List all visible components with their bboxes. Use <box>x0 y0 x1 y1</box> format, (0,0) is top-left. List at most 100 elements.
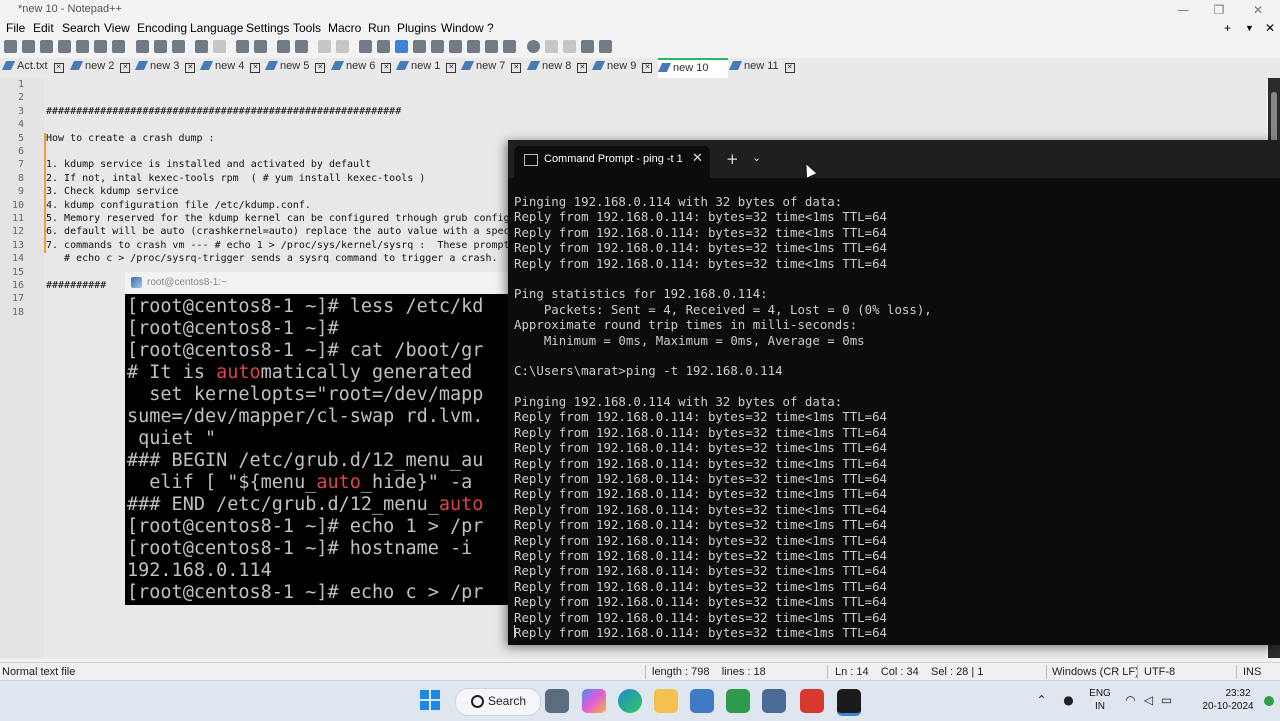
menu-encoding[interactable]: Encoding <box>137 21 187 35</box>
save-macro-icon[interactable] <box>599 40 612 53</box>
notification-icon[interactable] <box>1264 696 1274 706</box>
language-code[interactable]: ENG <box>1084 688 1116 699</box>
windows-start-icon[interactable] <box>420 690 440 710</box>
tab-act-txt[interactable]: Act.txt ✕ <box>1 60 64 76</box>
new-tab-button[interactable]: + <box>726 150 739 168</box>
clock-date[interactable]: 20-10-2024 <box>1188 701 1268 712</box>
language-region[interactable]: IN <box>1084 701 1116 712</box>
putty-titlebar[interactable]: root@centos8-1:~ <box>125 272 508 294</box>
menu-macro[interactable]: Macro <box>328 21 361 35</box>
terminal-titlebar[interactable]: Command Prompt - ping -t 1 ✕ + ⌄ <box>508 140 1280 178</box>
code-line[interactable]: # echo c > /proc/sysrq-trigger sends a s… <box>46 253 498 264</box>
close-tab-icon[interactable]: ✕ <box>692 151 703 166</box>
tab-new-5[interactable]: new 5 ✕ <box>264 60 326 76</box>
clock-time[interactable]: 23:32 <box>1208 688 1268 699</box>
file-explorer-icon[interactable] <box>654 689 678 713</box>
menu-settings[interactable]: Settings <box>246 21 289 35</box>
close-icon[interactable]: ✕ <box>250 63 261 73</box>
eol-format[interactable]: Windows (CR LF) <box>1052 666 1139 678</box>
taskbar-search[interactable]: Search <box>455 688 541 716</box>
terminal-window[interactable]: Command Prompt - ping -t 1 ✕ + ⌄ Pinging… <box>508 140 1280 645</box>
insert-mode[interactable]: INS <box>1243 666 1261 678</box>
sync-v-icon[interactable] <box>318 40 331 53</box>
menu-run[interactable]: Run <box>368 21 390 35</box>
close-icon[interactable]: ✕ <box>381 63 392 73</box>
close-icon[interactable]: ✕ <box>642 63 653 73</box>
replace-icon[interactable] <box>254 40 267 53</box>
tab-new-8[interactable]: new 8 ✕ <box>526 60 588 76</box>
cut-icon[interactable] <box>136 40 149 53</box>
close-icon[interactable]: ✕ <box>511 63 522 73</box>
copy-icon[interactable] <box>154 40 167 53</box>
close-icon[interactable]: ✕ <box>185 63 196 73</box>
chevron-up-icon[interactable]: ⌃ <box>1035 694 1048 707</box>
task-view-icon[interactable] <box>545 689 569 713</box>
maximize-button[interactable]: ❐ <box>1204 2 1234 18</box>
doc-map-icon[interactable] <box>431 40 444 53</box>
lang-define-icon[interactable] <box>413 40 426 53</box>
code-line[interactable]: ########## <box>46 280 106 291</box>
code-line[interactable]: 7. commands to crash vm --- # echo 1 > /… <box>46 240 510 251</box>
minimize-button[interactable]: — <box>1168 2 1198 18</box>
tab-new-11[interactable]: new 11 ✕ <box>728 60 795 76</box>
putty-terminal-output[interactable]: [root@centos8-1 ~]# less /etc/kd [root@ce… <box>127 296 508 604</box>
new-file-icon[interactable] <box>4 40 17 53</box>
sync-h-icon[interactable] <box>336 40 349 53</box>
menu-view[interactable]: View <box>104 21 130 35</box>
play-macro-icon[interactable] <box>563 40 576 53</box>
code-line[interactable]: 6. default will be auto (crashkernel=aut… <box>46 226 510 237</box>
tab-new-10[interactable]: new 10 <box>657 58 728 78</box>
notepad-plus-plus-icon[interactable] <box>726 689 750 713</box>
code-line[interactable]: ########################################… <box>46 106 401 117</box>
close-window-button[interactable]: ✕ <box>1243 2 1273 18</box>
close-icon[interactable]: ✕ <box>53 63 64 73</box>
word-wrap-icon[interactable] <box>359 40 372 53</box>
tab-new-7[interactable]: new 7 ✕ <box>460 60 522 76</box>
close-icon[interactable]: ✕ <box>784 63 795 73</box>
menu-language[interactable]: Language <box>190 21 243 35</box>
putty-window[interactable]: root@centos8-1:~ [root@centos8-1 ~]# les… <box>125 272 508 605</box>
menu-plugins[interactable]: Plugins <box>397 21 436 35</box>
run-macro-multiple-icon[interactable] <box>581 40 594 53</box>
stop-macro-icon[interactable] <box>545 40 558 53</box>
undo-icon[interactable] <box>195 40 208 53</box>
visual-studio-icon[interactable] <box>690 689 714 713</box>
menu-tools[interactable]: Tools <box>293 21 321 35</box>
chevron-down-icon[interactable]: ⌄ <box>752 151 761 164</box>
save-all-icon[interactable] <box>58 40 71 53</box>
tab-new-2[interactable]: new 2 ✕ <box>69 60 131 76</box>
code-line[interactable]: 1. kdump service is installed and activa… <box>46 159 371 170</box>
tab-new-6[interactable]: new 6 ✕ <box>330 60 392 76</box>
code-line[interactable]: 4. kdump configuration file /etc/kdump.c… <box>46 200 311 211</box>
close-doc-icon[interactable]: ✕ <box>1265 21 1275 35</box>
close-icon[interactable]: ✕ <box>577 63 588 73</box>
tab-new-1[interactable]: new 1 ✕ <box>395 60 457 76</box>
code-line[interactable]: 5. Memory reserved for the kdump kernel … <box>46 213 510 224</box>
tab-new-4[interactable]: new 4 ✕ <box>199 60 261 76</box>
show-all-chars-icon[interactable] <box>377 40 390 53</box>
open-file-icon[interactable] <box>22 40 35 53</box>
copilot-icon[interactable] <box>582 689 606 713</box>
zoom-in-icon[interactable] <box>277 40 290 53</box>
folder-workspace-icon[interactable] <box>485 40 498 53</box>
record-macro-icon[interactable] <box>527 40 540 53</box>
microphone-icon[interactable]: ● <box>1062 694 1075 707</box>
terminal-taskbar-icon[interactable] <box>837 689 861 716</box>
paste-icon[interactable] <box>172 40 185 53</box>
close-icon[interactable]: ✕ <box>315 63 326 73</box>
battery-icon[interactable]: ▭ <box>1160 694 1173 707</box>
zoom-out-icon[interactable] <box>295 40 308 53</box>
menu-edit[interactable]: Edit <box>33 21 54 35</box>
code-line[interactable]: How to create a crash dump : <box>46 133 215 144</box>
monitoring-icon[interactable] <box>503 40 516 53</box>
terminal-tab[interactable]: Command Prompt - ping -t 1 ✕ <box>514 146 710 178</box>
find-icon[interactable] <box>236 40 249 53</box>
app-red-icon[interactable] <box>800 689 824 713</box>
close-all-icon[interactable] <box>94 40 107 53</box>
tab-new-9[interactable]: new 9 ✕ <box>591 60 653 76</box>
menu-help[interactable]: ? <box>487 21 494 35</box>
doc-list-panel-icon[interactable] <box>449 40 462 53</box>
tab-new-3[interactable]: new 3 ✕ <box>134 60 196 76</box>
encoding[interactable]: UTF-8 <box>1144 666 1175 678</box>
doc-list-icon[interactable]: ▼ <box>1245 23 1254 33</box>
